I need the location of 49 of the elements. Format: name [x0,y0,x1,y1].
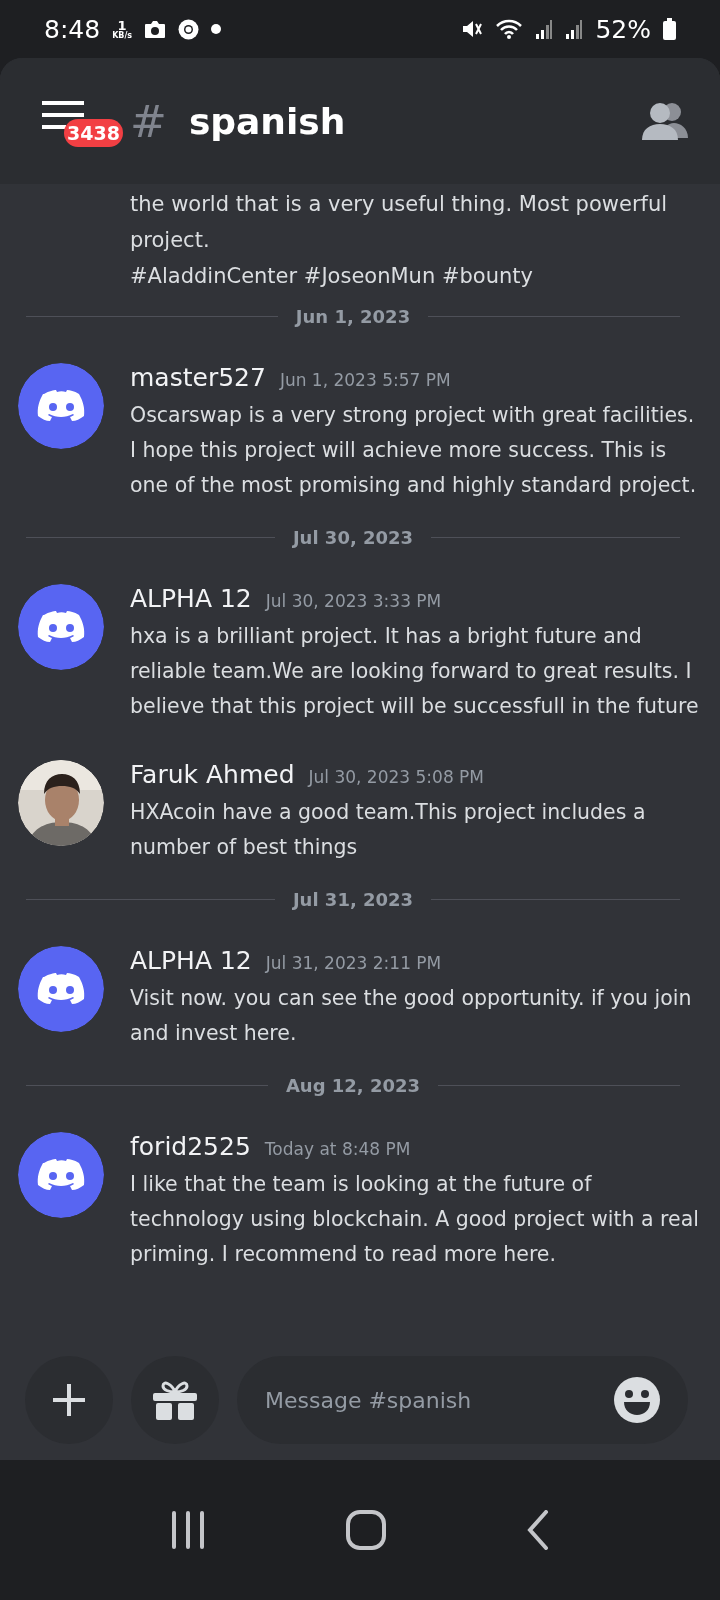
author-name[interactable]: ALPHA 12 [130,584,252,613]
timestamp: Today at 8:48 PM [264,1139,411,1159]
plus-icon [53,1384,85,1416]
timestamp: Jul 31, 2023 2:11 PM [265,953,442,973]
channel-hash: # [130,95,167,147]
message-text: hxa is a brilliant project. It has a bright future and reliable team.We are looking forward to great results. I believe that this project will be successfull in the future [130,623,700,720]
date-divider: Aug 12, 2023 [285,1075,421,1096]
wifi-icon [495,18,524,40]
signal-icon [535,19,554,39]
message-text: project. [130,227,211,254]
message-input[interactable]: Message #spanish [237,1356,688,1444]
network-speed: 1 [117,18,127,32]
timestamp: Jul 30, 2023 3:33 PM [265,591,442,611]
message-text: HXAcoin have a good team.This project includes a number of best things [130,799,647,861]
browser-icon [178,18,200,40]
timestamp: Jun 1, 2023 5:57 PM [279,370,451,390]
back-icon[interactable] [526,1510,550,1550]
author-name[interactable]: forid2525 [130,1132,251,1161]
message-text: Visit now. you can see the good opportunity. if you join and invest here. [130,985,693,1047]
members-icon[interactable] [642,102,690,140]
home-icon[interactable] [346,1510,386,1550]
author-name[interactable]: Faruk Ahmed [130,760,295,789]
unread-badge: 3438 [64,119,123,147]
discord-avatar-icon[interactable] [18,1132,104,1218]
date-divider: Jul 30, 2023 [292,527,414,548]
battery-level: 52% [595,14,651,44]
signal-icon [565,19,584,39]
timestamp: Jul 30, 2023 5:08 PM [308,767,485,787]
discord-avatar-icon[interactable] [18,946,104,1032]
message-text: the world that is a very useful thing. Most powerful [130,191,669,218]
author-name[interactable]: master527 [130,363,266,392]
recent-apps-icon[interactable] [170,1511,206,1549]
discord-avatar-icon[interactable] [18,584,104,670]
author-name[interactable]: ALPHA 12 [130,946,252,975]
date-divider: Jul 31, 2023 [292,889,414,910]
discord-avatar-icon[interactable] [18,363,104,449]
message-text: Oscarswap is a very strong project with great facilities. I hope this project will achieve more success. This is one of the most promising and highly standard project. [130,402,698,499]
message-text: #AladdinCenter #JoseonMun #bounty [130,263,534,290]
channel-title: spanish [188,100,347,142]
date-divider: Jun 1, 2023 [295,306,411,327]
emoji-icon[interactable] [614,1377,660,1423]
network-unit: KB/s [112,31,133,40]
mute-icon [461,18,484,40]
message-text: I like that the team is looking at the future of technology using blockchain. A good project with a real priming. I recommend to read more here. [130,1171,700,1268]
battery-icon [663,18,676,40]
dot-icon [211,24,222,34]
gift-icon [153,1380,197,1420]
camera-icon [144,19,167,39]
clock: 8:48 [44,14,101,44]
